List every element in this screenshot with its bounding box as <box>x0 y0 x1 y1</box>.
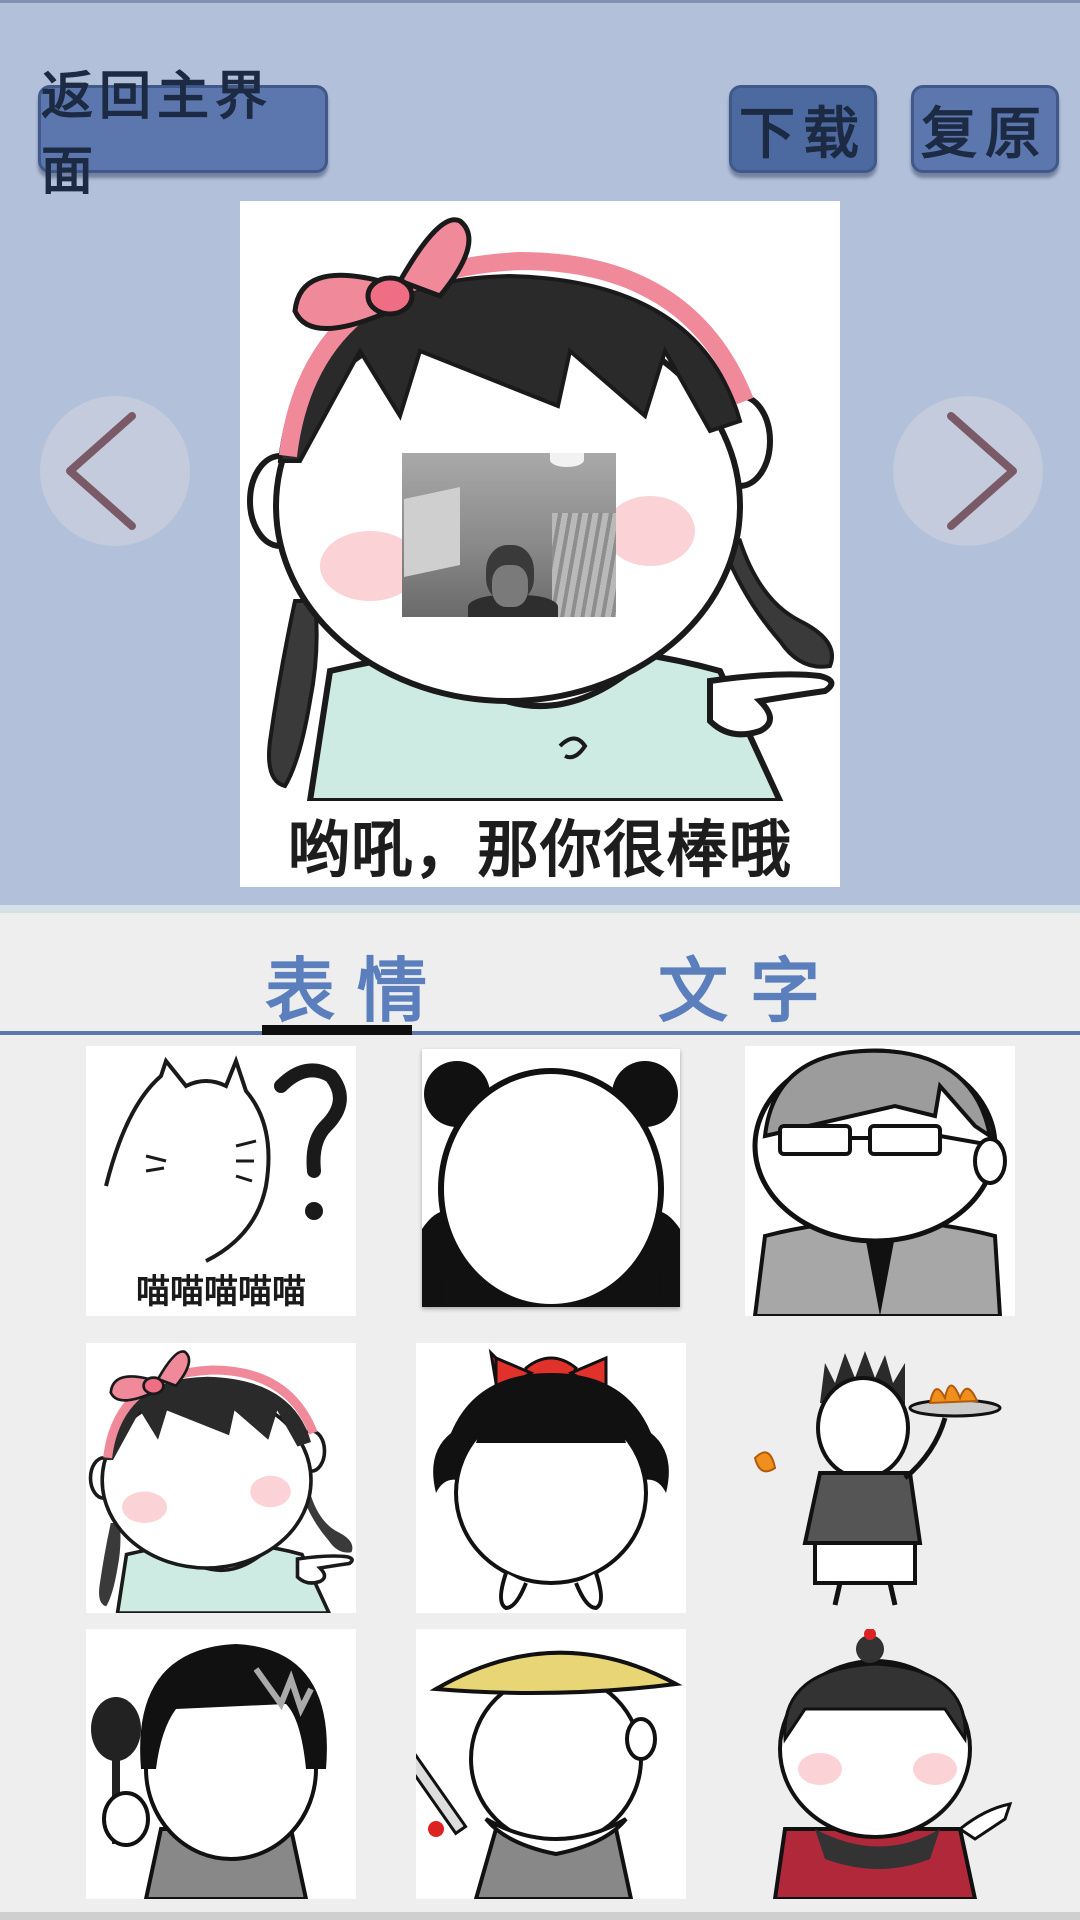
man-in-straw-hat-illustration <box>416 1650 683 1899</box>
man-in-tang-suit-illustration <box>772 1629 1013 1899</box>
preview-area: 返回主界面 下载 复原 哟吼，那你很棒哦 <box>0 0 1080 905</box>
template-girl-bow[interactable] <box>86 1343 356 1613</box>
template-grid: 喵喵喵喵喵 <box>0 1035 1080 1920</box>
template-bowl-cut[interactable] <box>86 1629 356 1899</box>
man-with-glasses-illustration <box>752 1048 1007 1316</box>
template-cat-question[interactable]: 喵喵喵喵喵 <box>86 1046 356 1316</box>
waiter-with-tray-illustration <box>753 1351 1002 1606</box>
template-straw-hat[interactable] <box>416 1629 686 1899</box>
template-man-glasses[interactable] <box>745 1046 1015 1316</box>
bottom-edge <box>0 1912 1080 1920</box>
template-tang-suit[interactable] <box>745 1629 1015 1899</box>
back-to-main-button[interactable]: 返回主界面 <box>38 67 328 202</box>
chevron-left-icon <box>66 412 136 530</box>
tab-bar: 表情 文字 <box>0 905 1080 1035</box>
bowl-cut-with-ladle-illustration <box>91 1644 327 1899</box>
tile-caption: 喵喵喵喵喵 <box>136 1272 306 1312</box>
panda-illustration <box>422 1049 680 1307</box>
next-template-button[interactable] <box>893 396 1043 546</box>
tab-text[interactable]: 文字 <box>658 935 842 1036</box>
tab-faces[interactable]: 表情 <box>265 935 449 1036</box>
chevron-right-icon <box>947 412 1017 530</box>
template-red-bow-girl[interactable] <box>416 1343 686 1613</box>
meme-preview[interactable]: 哟吼，那你很棒哦 <box>240 201 840 887</box>
girl-with-red-bow-illustration <box>433 1348 669 1611</box>
meme-caption[interactable]: 哟吼，那你很棒哦 <box>240 799 840 887</box>
girl-with-bow-illustration <box>88 1350 354 1613</box>
selected-tab-indicator <box>262 1025 412 1035</box>
previous-template-button[interactable] <box>40 396 190 546</box>
restore-button[interactable]: 复原 <box>911 85 1059 173</box>
download-button[interactable]: 下载 <box>729 85 877 173</box>
template-waiter[interactable] <box>745 1343 1015 1613</box>
camera-face-photo <box>402 453 616 617</box>
template-panda[interactable] <box>422 1049 680 1307</box>
